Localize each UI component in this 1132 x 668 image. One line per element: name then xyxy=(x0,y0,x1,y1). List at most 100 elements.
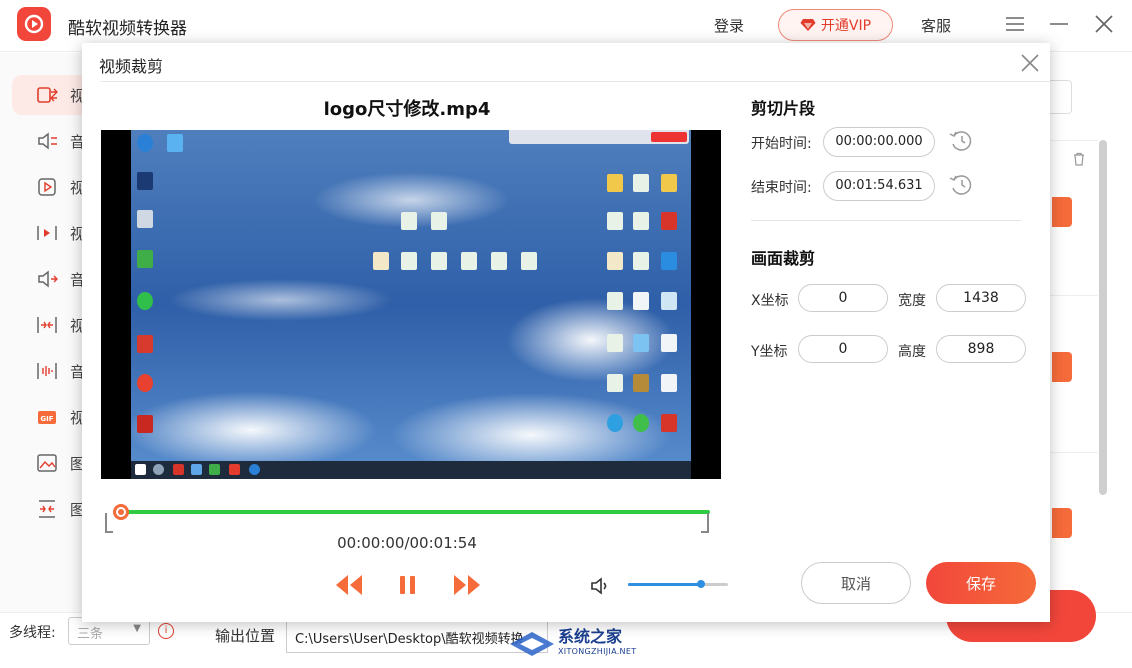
app-close-icon[interactable] xyxy=(1092,12,1116,36)
desktop-app-icon xyxy=(137,134,153,152)
login-link[interactable]: 登录 xyxy=(714,15,744,36)
desktop-file-icon xyxy=(661,292,677,310)
sidebar-item-audio-extract[interactable]: 音 xyxy=(12,259,85,299)
sidebar-item-audio-merge[interactable]: 音 xyxy=(12,351,85,391)
rewind-icon[interactable] xyxy=(334,571,364,599)
info-icon[interactable]: i xyxy=(158,623,174,639)
save-button[interactable]: 保存 xyxy=(926,562,1036,604)
desktop-file-icon xyxy=(607,174,623,192)
taskbar-search-icon xyxy=(153,464,164,475)
frame-toolbar xyxy=(509,130,689,144)
desktop-file-icon xyxy=(633,414,649,432)
desktop-file-icon xyxy=(633,252,649,270)
height-field[interactable]: 898 xyxy=(936,335,1026,363)
pause-icon[interactable] xyxy=(398,571,418,599)
desktop-file-icon xyxy=(633,174,649,192)
desktop-app-icon xyxy=(137,415,153,433)
width-label: 宽度 xyxy=(898,293,926,309)
taskbar-app-icon xyxy=(173,464,184,475)
end-time-field[interactable]: 00:01:54.631 xyxy=(823,171,935,201)
trim-start-handle[interactable] xyxy=(105,513,113,533)
output-label: 输出位置 xyxy=(215,627,276,645)
taskbar-app-icon xyxy=(229,464,240,475)
bg-search-box xyxy=(1050,80,1072,114)
x-coord-field[interactable]: 0 xyxy=(798,284,888,312)
width-field[interactable]: 1438 xyxy=(936,284,1026,312)
file-name: logo尺寸修改.mp4 xyxy=(323,99,491,120)
volume-knob[interactable] xyxy=(697,580,705,588)
y-coord-field[interactable]: 0 xyxy=(798,335,888,363)
desktop-file-icon xyxy=(607,334,623,352)
gif-icon: GIF xyxy=(36,405,58,429)
volume-slider[interactable] xyxy=(628,580,728,588)
fast-forward-icon[interactable] xyxy=(452,571,482,599)
desktop-app-icon xyxy=(137,335,153,353)
sidebar-item-video-merge[interactable]: 视 xyxy=(12,305,85,345)
y-coord-label: Y坐标 xyxy=(751,344,788,360)
bg-format-dropdown xyxy=(1052,197,1072,227)
taskbar-start-icon xyxy=(135,464,146,475)
sidebar-item-video-convert[interactable]: 视 xyxy=(12,75,85,115)
bg-format-dropdown xyxy=(1052,508,1072,538)
desktop-file-icon xyxy=(633,374,649,392)
desktop-frame xyxy=(131,130,691,479)
clip-section-title: 剪切片段 xyxy=(751,99,816,118)
audio-merge-icon xyxy=(36,359,58,383)
start-time-label: 开始时间: xyxy=(751,136,812,152)
height-label: 高度 xyxy=(898,344,926,360)
desktop-file-icon xyxy=(633,334,649,352)
watermark-sub: XITONGZHIJIA.NET xyxy=(558,647,637,656)
desktop-file-icon xyxy=(607,292,623,310)
service-link[interactable]: 客服 xyxy=(921,15,951,36)
crop-dialog: 视频裁剪 logo尺寸修改.mp4 00:00:00/00:01:54 剪切片段… xyxy=(82,43,1050,622)
volume-fill xyxy=(628,583,701,586)
image-merge-icon xyxy=(36,497,58,521)
volume-icon[interactable] xyxy=(589,574,613,598)
clock-reset-icon[interactable] xyxy=(948,172,974,198)
menu-icon[interactable] xyxy=(1003,12,1027,36)
desktop-file-icon xyxy=(607,414,623,432)
sidebar-item-gif[interactable]: GIF 视 xyxy=(12,397,85,437)
desktop-file-icon xyxy=(607,374,623,392)
vip-label: 开通VIP xyxy=(820,18,872,34)
trash-icon xyxy=(1074,152,1084,166)
vip-button[interactable]: 开通VIP xyxy=(778,9,893,41)
minimize-icon[interactable] xyxy=(1047,12,1071,36)
desktop-file-icon xyxy=(607,252,623,270)
trim-end-handle[interactable] xyxy=(701,513,709,533)
start-time-field[interactable]: 00:00:00.000 xyxy=(823,127,935,157)
sidebar: 视 音 视 视 音 视 音 GIF 视 图 图 xyxy=(0,53,85,613)
desktop-file-icon xyxy=(607,212,623,230)
image-icon xyxy=(36,451,58,475)
taskbar-app-icon xyxy=(191,464,202,475)
sidebar-item-video-cut[interactable]: 视 xyxy=(12,213,85,253)
sidebar-item-audio-convert[interactable]: 音 xyxy=(12,121,85,161)
scrollbar[interactable] xyxy=(1099,140,1107,495)
video-cut-icon xyxy=(36,221,58,245)
desktop-app-icon xyxy=(137,172,153,190)
cancel-button[interactable]: 取消 xyxy=(801,562,911,604)
crop-section-title: 画面裁剪 xyxy=(751,249,816,268)
desktop-file-icon xyxy=(521,252,537,270)
desktop-file-icon xyxy=(661,334,677,352)
taskbar-app-icon xyxy=(249,464,260,475)
desktop-file-icon xyxy=(661,414,677,432)
progress-track[interactable] xyxy=(120,510,710,514)
chevron-down-icon: ▼ xyxy=(133,623,141,634)
desktop-taskbar xyxy=(131,461,691,479)
sidebar-item-image[interactable]: 图 xyxy=(12,443,85,483)
video-rotate-icon xyxy=(36,175,58,199)
video-preview[interactable] xyxy=(101,130,721,479)
desktop-file-icon xyxy=(373,252,389,270)
bg-format-dropdown xyxy=(1052,352,1072,382)
dialog-close-icon[interactable] xyxy=(1020,53,1040,73)
desktop-file-icon xyxy=(401,212,417,230)
clock-reset-icon[interactable] xyxy=(948,128,974,154)
playback-progress[interactable] xyxy=(101,503,716,533)
x-coord-label: X坐标 xyxy=(751,293,789,309)
sidebar-item-video-rotate[interactable]: 视 xyxy=(12,167,85,207)
audio-extract-icon xyxy=(36,267,58,291)
sidebar-item-image-merge[interactable]: 图 xyxy=(12,489,85,529)
app-title: 酷软视频转换器 xyxy=(68,19,187,39)
progress-knob[interactable] xyxy=(113,504,129,520)
